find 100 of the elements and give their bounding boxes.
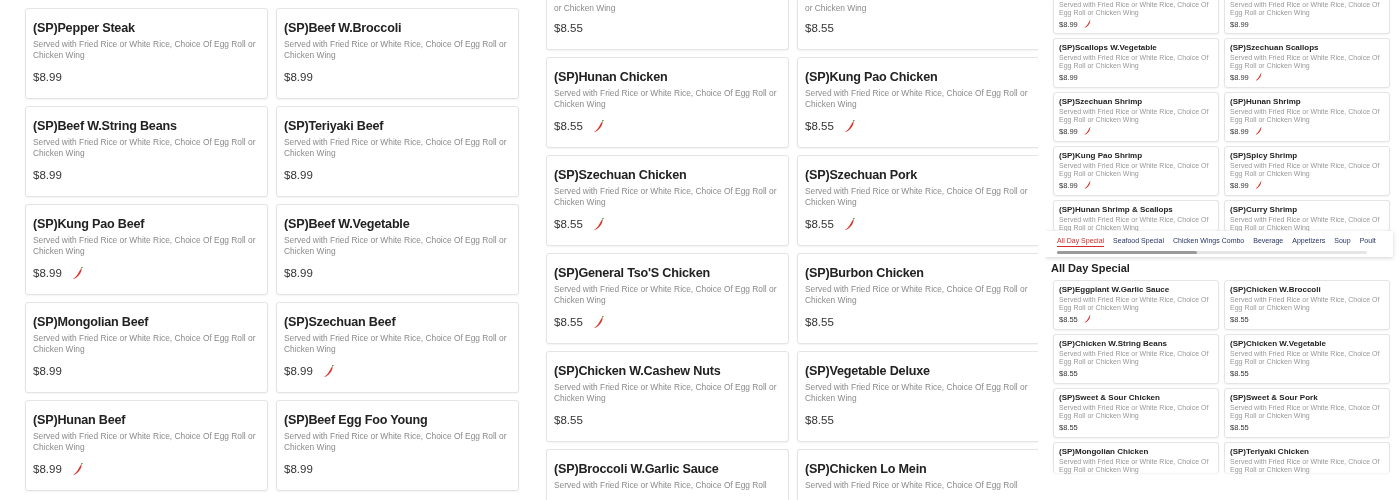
- item-description: or Chicken Wing: [805, 3, 868, 14]
- item-name: (SP)Beef W.String Beans: [33, 118, 178, 134]
- item-description: Served with Fried Rice or White Rice, Choice Of Egg Roll or Chicken Wing: [284, 431, 508, 453]
- item-price: $8.55: [554, 316, 583, 328]
- item-price: $8.55: [554, 22, 583, 34]
- menu-card[interactable]: (SP)Beef W.String Beans Served with Fried Rice or White Rice, Choice Of Egg Roll or Chicken Wing $8.99: [25, 106, 268, 197]
- item-description: Served with Fried Rice or White Rice, Choice Of Egg Roll or Chicken Wing: [33, 333, 257, 355]
- menu-card[interactable]: (SP)Vegetable Deluxe Served with Fried Rice or White Rice, Choice Of Egg Roll or Chicken Wing $8.55: [797, 351, 1038, 442]
- menu-card[interactable]: (SP)Hunan Beef Served with Fried Rice or White Rice, Choice Of Egg Roll or Chicken Wing $8.99: [25, 400, 268, 491]
- item-name: (SP)Chicken W.String Beans: [1059, 339, 1169, 349]
- item-name: (SP)Szechuan Scallops: [1230, 43, 1320, 53]
- item-price: $8.99: [284, 365, 313, 377]
- menu-card[interactable]: (SP)Beef Egg Foo Young Served with Fried Rice or White Rice, Choice Of Egg Roll or Chicken Wing $8.99: [276, 400, 519, 491]
- item-name: (SP)Chicken W.Broccoli: [1230, 285, 1322, 295]
- item-price: $8.99: [284, 169, 313, 181]
- item-price: $8.99: [33, 71, 62, 83]
- item-name: (SP)Spicy Shrimp: [1230, 151, 1299, 161]
- item-name: (SP)Hunan Beef: [33, 412, 127, 428]
- menu-card[interactable]: (SP)Mongolian Beef Served with Fried Rice or White Rice, Choice Of Egg Roll or Chicken Wing $8.99: [25, 302, 268, 393]
- menu-card[interactable]: (SP)Kung Pao Chicken Served with Fried Rice or White Rice, Choice Of Egg Roll or Chicken Wing $8.55: [797, 57, 1038, 148]
- item-price: $8.99: [284, 267, 313, 279]
- item-name: (SP)Scallops W.Vegetable: [1059, 43, 1158, 53]
- menu-card[interactable]: (SP)Chicken Lo Mein Served with Fried Rice or White Rice, Choice Of Egg Roll: [797, 449, 1038, 500]
- menu-card[interactable]: (SP)Kung Pao Beef Served with Fried Rice or White Rice, Choice Of Egg Roll or Chicken Wing $8.99: [25, 204, 268, 295]
- item-description: Served with Fried Rice or White Rice, Choice Of Egg Roll: [554, 480, 768, 491]
- item-price: $8.99: [284, 463, 313, 475]
- item-price: $8.55: [805, 218, 834, 230]
- item-description: Served with Fried Rice or White Rice, Choice Of Egg Roll or Chicken Wing: [805, 382, 1029, 404]
- item-description: Served with Fried Rice or White Rice, Choice Of Egg Roll or Chicken Wing: [805, 88, 1029, 110]
- item-description: Served with Fried Rice or White Rice, Choice Of Egg Roll or Chicken Wing: [554, 186, 778, 208]
- menu-card[interactable]: (SP)Beef W.Broccoli Served with Fried Rice or White Rice, Choice Of Egg Roll or Chicken Wing $8.99: [276, 8, 519, 99]
- item-description: Served with Fried Rice or White Rice, Choice Of Egg Roll or Chicken Wing: [284, 235, 508, 257]
- item-name: (SP)Mongolian Chicken: [1059, 447, 1150, 457]
- item-description: Served with Fried Rice or White Rice, Choice Of Egg Roll or Chicken Wing: [284, 333, 508, 355]
- scrollbar[interactable]: [1057, 251, 1367, 254]
- item-name: (SP)Chicken W.Cashew Nuts: [554, 363, 722, 379]
- item-name: (SP)Broccoli W.Garlic Sauce: [554, 461, 720, 477]
- item-description: Served with Fried Rice or White Rice, Choice Of Egg Roll or Chicken Wing: [554, 88, 778, 110]
- item-price: $8.55: [805, 120, 834, 132]
- item-name: (SP)Hunan Chicken: [554, 69, 669, 85]
- item-name: (SP)Beef W.Broccoli: [284, 20, 403, 36]
- item-name: (SP)Hunan Shrimp & Scallops: [1059, 205, 1174, 215]
- item-name: (SP)Kung Pao Shrimp: [1059, 151, 1144, 161]
- item-description: Served with Fried Rice or White Rice, Choice Of Egg Roll or Chicken Wing: [554, 284, 778, 306]
- item-description: Served with Fried Rice or White Rice, Choice Of Egg Roll or Chicken Wing: [805, 284, 1029, 306]
- item-name: (SP)Teriyaki Chicken: [1230, 447, 1310, 457]
- menu-card[interactable]: (SP)Szechuan Beef Served with Fried Rice or White Rice, Choice Of Egg Roll or Chicken Wing $8.99: [276, 302, 519, 393]
- item-name: (SP)Eggplant W.Garlic Sauce: [1059, 285, 1171, 295]
- item-name: (SP)Pepper Steak: [33, 20, 136, 36]
- item-price: $8.55: [805, 414, 834, 426]
- item-name: (SP)Burbon Chicken: [805, 265, 925, 281]
- item-name: (SP)Kung Pao Chicken: [805, 69, 939, 85]
- item-price: $8.99: [33, 463, 62, 475]
- item-name: (SP)Sweet & Sour Pork: [1230, 393, 1319, 403]
- item-description: Served with Fried Rice or White Rice, Choice Of Egg Roll or Chicken Wing: [554, 382, 778, 404]
- item-description: Served with Fried Rice or White Rice, Choice Of Egg Roll or Chicken Wing: [33, 137, 257, 159]
- item-price: $8.99: [33, 169, 62, 181]
- item-name: (SP)Hunan Shrimp: [1230, 97, 1302, 107]
- section-heading: All Day Special: [1051, 262, 1131, 275]
- menu-card[interactable]: (SP)Hunan Chicken Served with Fried Rice or White Rice, Choice Of Egg Roll or Chicken Wing $8.55: [546, 57, 789, 148]
- menu-card[interactable]: (SP)Broccoli W.Garlic Sauce Served with Fried Rice or White Rice, Choice Of Egg Roll: [546, 449, 789, 500]
- item-name: (SP)Curry Shrimp: [1230, 205, 1299, 215]
- item-description: Served with Fried Rice or White Rice, Choice Of Egg Roll or Chicken Wing: [33, 235, 257, 257]
- item-description: Served with Fried Rice or White Rice, Choice Of Egg Roll or Chicken Wing: [33, 39, 257, 61]
- menu-card[interactable]: (SP)Burbon Chicken Served with Fried Rice or White Rice, Choice Of Egg Roll or Chicken Wing $8.55: [797, 253, 1038, 344]
- item-name: (SP)General Tso'S Chicken: [554, 265, 711, 281]
- item-description: Served with Fried Rice or White Rice, Choice Of Egg Roll or Chicken Wing: [284, 137, 508, 159]
- menu-card[interactable]: (SP)Szechuan Chicken Served with Fried Rice or White Rice, Choice Of Egg Roll or Chicken Wing $8.55: [546, 155, 789, 246]
- menu-card[interactable]: (SP)Pepper Steak Served with Fried Rice or White Rice, Choice Of Egg Roll or Chicken Wing $8.99: [25, 8, 268, 99]
- item-name: (SP)Sweet & Sour Chicken: [1059, 393, 1161, 403]
- item-price: $8.55: [805, 316, 834, 328]
- item-name: (SP)Szechuan Pork: [805, 167, 919, 183]
- item-name: (SP)Teriyaki Beef: [284, 118, 385, 134]
- item-name: (SP)Kung Pao Beef: [33, 216, 146, 232]
- item-description: or Chicken Wing: [554, 3, 617, 14]
- item-price: $8.55: [554, 120, 583, 132]
- item-name: (SP)Chicken W.Vegetable: [1230, 339, 1328, 349]
- item-name: (SP)Mongolian Beef: [33, 314, 150, 330]
- menu-card[interactable]: (SP)Chicken W.Cashew Nuts Served with Fried Rice or White Rice, Choice Of Egg Roll or Chicken Wing $8.55: [546, 351, 789, 442]
- item-description: Served with Fried Rice or White Rice, Choice Of Egg Roll or Chicken Wing: [33, 431, 257, 453]
- menu-card[interactable]: (SP)Szechuan Pork Served with Fried Rice or White Rice, Choice Of Egg Roll or Chicken Wing $8.55: [797, 155, 1038, 246]
- item-price: $8.99: [33, 365, 62, 377]
- menu-card[interactable]: (SP)Teriyaki Beef Served with Fried Rice or White Rice, Choice Of Egg Roll or Chicken Wing $8.99: [276, 106, 519, 197]
- item-price: $8.55: [554, 218, 583, 230]
- item-name: (SP)Szechuan Chicken: [554, 167, 688, 183]
- item-name: (SP)Beef Egg Foo Young: [284, 412, 429, 428]
- menu-card[interactable]: (SP)Beef W.Vegetable Served with Fried Rice or White Rice, Choice Of Egg Roll or Chicken Wing $8.99: [276, 204, 519, 295]
- item-name: (SP)Beef W.Vegetable: [284, 216, 411, 232]
- item-description: Served with Fried Rice or White Rice, Choice Of Egg Roll or Chicken Wing: [805, 186, 1029, 208]
- item-name: (SP)Szechuan Shrimp: [1059, 97, 1144, 107]
- item-name: (SP)Chicken Lo Mein: [805, 461, 928, 477]
- menu-card[interactable]: or Chicken Wing $8.55: [546, 0, 789, 50]
- item-price: $8.99: [33, 267, 62, 279]
- menu-card[interactable]: or Chicken Wing $8.55: [797, 0, 1038, 50]
- menu-card[interactable]: (SP)General Tso'S Chicken Served with Fried Rice or White Rice, Choice Of Egg Roll or Chicken Wing $8.55: [546, 253, 789, 344]
- item-description: Served with Fried Rice or White Rice, Choice Of Egg Roll or Chicken Wing: [284, 39, 508, 61]
- item-name: (SP)Vegetable Deluxe: [805, 363, 931, 379]
- item-price: $8.55: [805, 22, 834, 34]
- item-price: $8.55: [554, 414, 583, 426]
- item-price: $8.99: [284, 71, 313, 83]
